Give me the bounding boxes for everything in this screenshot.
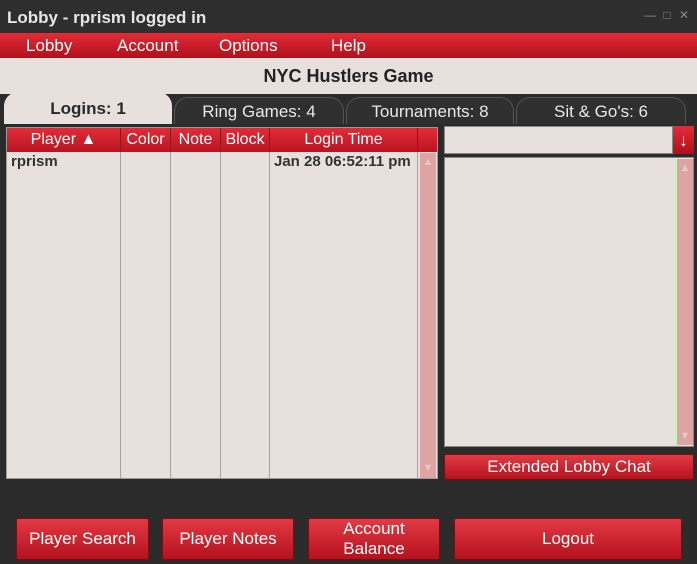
tab-ring-games[interactable]: Ring Games: 4 [174, 97, 344, 125]
column-header-note[interactable]: Note [171, 128, 221, 152]
maximize-icon[interactable]: □ [661, 9, 673, 21]
header-band: NYC Hustlers Game [0, 58, 697, 94]
column-header-color[interactable]: Color [121, 128, 171, 152]
column-divider [120, 152, 121, 478]
arrow-down-icon[interactable]: ↓ [673, 126, 694, 154]
minimize-icon[interactable]: — [644, 9, 656, 21]
cell-player: rprism [11, 153, 58, 170]
column-divider [269, 152, 270, 478]
page-title: NYC Hustlers Game [263, 66, 434, 86]
player-search-button[interactable]: Player Search [16, 518, 149, 560]
table-row[interactable]: rprism Jan 28 06:52:11 pm [7, 152, 417, 172]
tab-sit-and-gos[interactable]: Sit & Go's: 6 [516, 97, 686, 125]
cell-login-time: Jan 28 06:52:11 pm [274, 153, 411, 170]
chat-messages[interactable]: ▲ ▼ [444, 157, 694, 447]
menu-help[interactable]: Help [331, 36, 366, 56]
scroll-up-icon[interactable]: ▲ [421, 156, 435, 168]
menu-options[interactable]: Options [219, 36, 278, 56]
logins-table: Player ▲ Color Note Block Login Time rpr… [6, 127, 438, 479]
column-header-block[interactable]: Block [221, 128, 270, 152]
menu-account[interactable]: Account [117, 36, 178, 56]
table-scrollbar[interactable]: ▲ ▼ [419, 153, 436, 478]
column-header-spacer [418, 128, 437, 152]
player-notes-button[interactable]: Player Notes [162, 518, 294, 560]
title-bar: Lobby - rprism logged in — □ ✕ [0, 0, 697, 33]
menu-lobby[interactable]: Lobby [26, 36, 72, 56]
column-header-login-time[interactable]: Login Time [270, 128, 418, 152]
column-divider [220, 152, 221, 478]
scroll-down-icon[interactable]: ▼ [678, 430, 692, 442]
scroll-up-icon[interactable]: ▲ [678, 162, 692, 174]
chat-input[interactable] [444, 126, 673, 154]
tab-logins[interactable]: Logins: 1 [4, 92, 172, 126]
close-icon[interactable]: ✕ [678, 9, 690, 21]
chat-scrollbar[interactable]: ▲ ▼ [676, 159, 693, 445]
column-divider [417, 152, 418, 478]
table-header: Player ▲ Color Note Block Login Time [7, 128, 437, 152]
column-divider [170, 152, 171, 478]
menu-bar: Lobby Account Options Help [0, 33, 697, 58]
logout-button[interactable]: Logout [454, 518, 682, 560]
account-balance-button[interactable]: Account Balance [308, 518, 440, 560]
extended-lobby-chat-button[interactable]: Extended Lobby Chat [444, 454, 694, 480]
column-header-player[interactable]: Player ▲ [7, 128, 121, 152]
window-title: Lobby - rprism logged in [7, 8, 207, 27]
tab-tournaments[interactable]: Tournaments: 8 [346, 97, 514, 125]
scroll-down-icon[interactable]: ▼ [421, 462, 435, 474]
